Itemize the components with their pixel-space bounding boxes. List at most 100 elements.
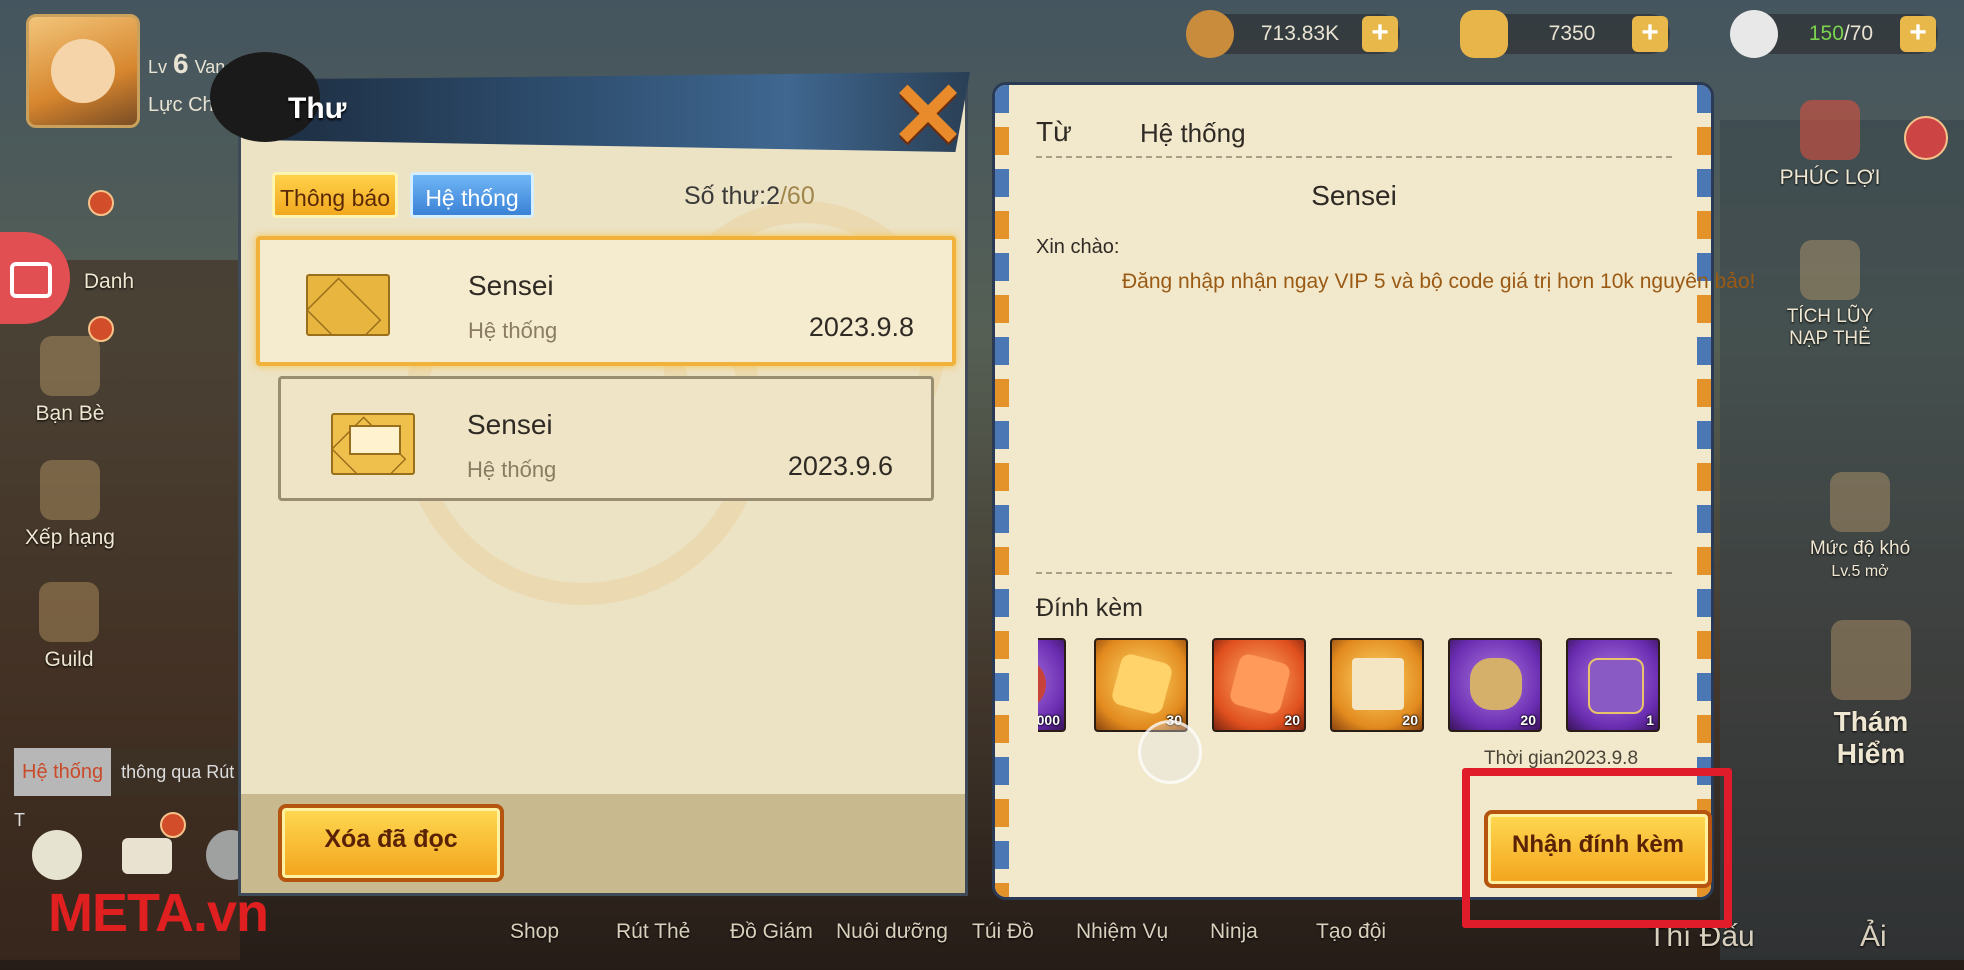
side-menu-guild[interactable]: Guild — [24, 582, 114, 672]
chest-icon — [1588, 658, 1644, 714]
side-menu-danh[interactable]: Danh — [64, 270, 154, 294]
mail-icon[interactable] — [122, 838, 172, 874]
detail-sender: Sensei — [1311, 180, 1397, 211]
mail-item-selected[interactable]: Sensei Hệ thống 2023.9.8 — [256, 236, 956, 366]
watermark: META.vn — [48, 883, 269, 943]
mail-count-max: /60 — [779, 182, 815, 210]
attachment-item[interactable]: 20 — [1212, 638, 1306, 732]
side-menu-label: PHÚC LỢI — [1779, 166, 1881, 189]
chat-tag: Hệ thống — [14, 748, 112, 796]
attachment-item[interactable]: 20 — [1448, 638, 1542, 732]
divider — [1036, 156, 1672, 158]
nav-nurture[interactable]: Nuôi dưỡng — [836, 920, 948, 944]
notification-dot — [160, 812, 186, 838]
stamina-max: /70 — [1843, 22, 1874, 45]
friends-icon — [40, 336, 100, 396]
side-menu-ranking[interactable]: Xếp hạng — [20, 460, 120, 550]
mail-count-current: 2 — [766, 182, 780, 210]
attachment-item[interactable]: 20 — [1330, 638, 1424, 732]
airmail-border-left — [995, 85, 1009, 897]
nav-collection[interactable]: Đồ Giám — [730, 920, 813, 944]
difficulty-label: Mức độ khó — [1809, 538, 1911, 559]
puzzle-gold-icon — [1110, 652, 1174, 716]
side-menu-label: TÍCH LŨY NẠP THẺ — [1786, 306, 1874, 349]
mask-icon — [1830, 472, 1890, 532]
add-stamina-button[interactable]: + — [1900, 16, 1936, 52]
attachment-qty: 000 — [1038, 712, 1060, 728]
add-gold-button[interactable]: + — [1632, 16, 1668, 52]
gift-icon — [1800, 100, 1860, 160]
from-value: Hệ thống — [1140, 118, 1246, 148]
attachment-qty: 20 — [1520, 712, 1536, 728]
side-menu-welfare[interactable]: PHÚC LỢI — [1770, 100, 1890, 190]
add-coin-button[interactable]: + — [1362, 16, 1398, 52]
mail-time: Thời gian2023.9.8 — [1484, 748, 1639, 769]
highlight-box — [1462, 768, 1732, 928]
attachment-item[interactable]: 000 — [1038, 638, 1066, 732]
from-label: Từ — [1036, 116, 1072, 147]
nav-shop[interactable]: Shop — [510, 920, 559, 944]
gold-bar-icon — [1460, 10, 1508, 58]
tab-announcements[interactable]: Thông báo — [272, 172, 398, 218]
side-menu-label: Danh — [83, 270, 135, 293]
attachment-item[interactable]: 30 — [1094, 638, 1188, 732]
mail-source: Hệ thống — [468, 318, 558, 343]
message-body: Đăng nhập nhận ngay VIP 5 và bộ code giá… — [1122, 270, 1756, 293]
side-menu-label: Xếp hạng — [25, 526, 115, 549]
level-value: 6 — [173, 48, 189, 79]
coin-counter: 713.83K + — [1186, 10, 1400, 58]
nav-draw[interactable]: Rút Thẻ — [616, 920, 690, 944]
emoji-icon[interactable] — [32, 830, 82, 880]
coin-value: 713.83K — [1260, 22, 1340, 45]
difficulty-info: Mức độ khó Lv.5 mở — [1800, 472, 1920, 582]
close-icon[interactable]: ✕ — [888, 70, 968, 162]
greeting-text: Xin chào: — [1036, 236, 1120, 258]
coin-icon — [1186, 10, 1234, 58]
mail-date: 2023.9.8 — [808, 312, 914, 342]
notification-dot — [88, 190, 114, 216]
delete-read-button[interactable]: Xóa đã đọc — [278, 804, 504, 882]
notification-dot — [88, 316, 114, 342]
nav-bag[interactable]: Túi Đồ — [972, 920, 1034, 944]
mail-item[interactable]: Sensei Hệ thống 2023.9.6 — [278, 376, 934, 501]
mail-date: 2023.9.6 — [787, 451, 893, 481]
nav-team[interactable]: Tạo đội — [1316, 920, 1386, 944]
side-menu-topup[interactable]: TÍCH LŨY NẠP THẺ — [1770, 240, 1890, 350]
side-menu-friends[interactable]: Bạn Bè — [22, 336, 118, 426]
cat-icon — [1800, 240, 1860, 300]
attachment-item[interactable]: 1 — [1566, 638, 1660, 732]
stamina-current: 150 — [1808, 22, 1844, 45]
mail-sender: Sensei — [467, 409, 553, 440]
swirl-icon[interactable] — [1904, 116, 1948, 160]
avatar[interactable] — [26, 14, 140, 128]
gold-counter: 7350 + — [1460, 10, 1670, 58]
nav-stage[interactable]: Ải — [1860, 920, 1887, 954]
mail-count: Số thư:2/60 — [684, 182, 815, 211]
mail-sender: Sensei — [468, 270, 554, 301]
divider — [1036, 572, 1672, 574]
puzzle-red-icon — [1228, 652, 1292, 716]
explore-label: Thám Hiểm — [1833, 706, 1909, 769]
mail-source: Hệ thống — [467, 457, 557, 482]
attachment-qty: 20 — [1284, 712, 1300, 728]
difficulty-level: Lv.5 mở — [1831, 563, 1889, 580]
nav-ninja[interactable]: Ninja — [1210, 920, 1258, 944]
level-prefix: Lv — [148, 57, 168, 77]
trophy-icon — [40, 460, 100, 520]
touch-indicator — [1138, 720, 1202, 784]
mail-list: Sensei Hệ thống 2023.9.8 Sensei Hệ thống… — [256, 236, 956, 506]
attachment-list[interactable]: 000 30 20 20 20 1 — [1038, 638, 1672, 736]
tab-system[interactable]: Hệ thống — [410, 172, 534, 218]
ore-bag-icon — [1470, 658, 1522, 710]
side-menu-label: Guild — [44, 648, 94, 671]
attachment-qty: 1 — [1646, 712, 1654, 728]
chat-notice[interactable]: Hệ thống thông qua Rút T — [14, 748, 244, 830]
gold-value: 7350 — [1548, 22, 1596, 45]
scroll-icon — [1352, 658, 1404, 710]
mail-panel-header — [240, 72, 970, 152]
rice-ball-icon — [1730, 10, 1778, 58]
explore-button[interactable]: Thám Hiểm — [1796, 620, 1946, 770]
nav-quests[interactable]: Nhiệm Vụ — [1076, 920, 1168, 944]
side-menu-label: Bạn Bè — [35, 402, 105, 425]
mail-panel-title: Thư — [288, 92, 347, 125]
